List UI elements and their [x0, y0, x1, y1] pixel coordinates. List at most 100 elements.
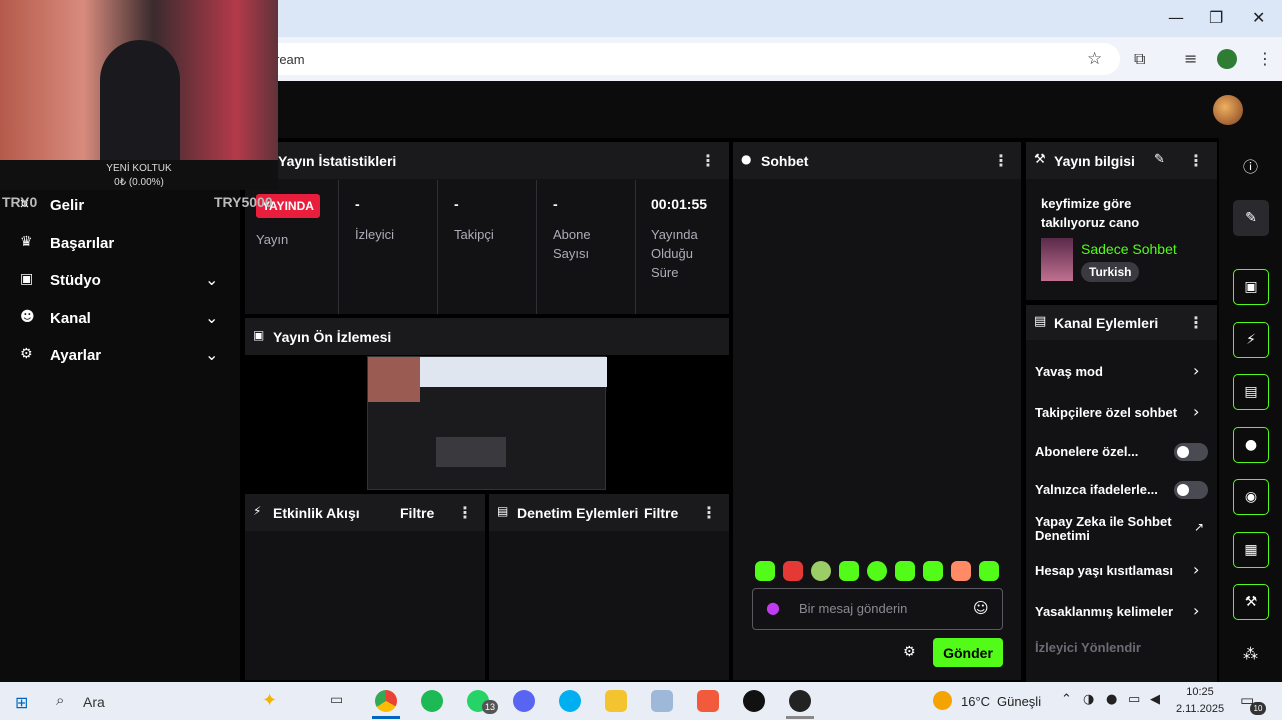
windows-start-icon[interactable]: ⊞ — [15, 693, 28, 712]
emote-icon[interactable] — [867, 561, 887, 581]
document-toggle-icon[interactable]: ▤ — [1233, 374, 1269, 410]
discord-icon[interactable] — [513, 690, 535, 712]
bookmark-star-icon[interactable]: ☆ — [1087, 49, 1102, 69]
chevron-right-icon[interactable]: › — [1193, 361, 1199, 380]
moderation-menu-icon[interactable]: ⋮ — [701, 503, 717, 522]
emotes-only-toggle[interactable] — [1174, 481, 1208, 499]
goal-progress: 0₺ (0.00%) — [114, 177, 164, 188]
action-ai-moderation[interactable]: Yapay Zeka ile Sohbet Denetimi — [1035, 515, 1185, 543]
chevron-right-icon[interactable]: › — [1193, 402, 1199, 421]
emoji-icon[interactable]: ☺ — [973, 599, 989, 617]
close-icon[interactable]: ✕ — [1252, 8, 1265, 27]
chevron-right-icon[interactable]: › — [1193, 560, 1199, 579]
sidebar-item-studyo[interactable]: Stüdyo — [50, 272, 101, 289]
preview-inner — [436, 437, 506, 467]
action-slow-mode[interactable]: Yavaş mod — [1035, 364, 1103, 379]
subscribers-only-toggle[interactable] — [1174, 443, 1208, 461]
emote-icon[interactable] — [811, 561, 831, 581]
stream-preview-video[interactable] — [367, 356, 607, 490]
weather-desc[interactable]: Güneşli — [997, 694, 1041, 709]
skype-icon[interactable] — [559, 690, 581, 712]
stat-value-izleyici: - — [355, 196, 360, 212]
action-subscribers-only: Abonelere özel... — [1035, 444, 1139, 459]
divider — [338, 180, 339, 314]
tray-app-icon[interactable]: ◑ — [1083, 692, 1094, 707]
preview-webcam — [368, 357, 420, 402]
chat-settings-icon[interactable]: ⚙ — [903, 644, 916, 660]
app-icon[interactable] — [651, 690, 673, 712]
app-icon[interactable] — [697, 690, 719, 712]
chevron-right-icon[interactable]: › — [1193, 601, 1199, 620]
tiktok-icon[interactable] — [743, 690, 765, 712]
clock-date[interactable]: 2.11.2025 — [1172, 703, 1228, 715]
wrench-toggle-icon[interactable]: ⚒ — [1233, 584, 1269, 620]
user-avatar[interactable] — [1213, 95, 1243, 125]
tray-chevron-icon[interactable]: ⌃ — [1061, 692, 1072, 707]
weather-temp[interactable]: 16°C — [961, 694, 990, 709]
file-explorer-icon[interactable] — [605, 690, 627, 712]
chevron-down-icon[interactable]: ⌄ — [205, 270, 218, 289]
emote-icon[interactable] — [755, 561, 775, 581]
search-icon[interactable]: ⌕ — [56, 691, 64, 709]
chevron-down-icon[interactable]: ⌄ — [205, 345, 218, 364]
network-icon[interactable]: ▭ — [1128, 692, 1140, 707]
activity-menu-icon[interactable]: ⋮ — [457, 503, 473, 522]
emote-icon[interactable] — [979, 561, 999, 581]
emote-icon[interactable] — [783, 561, 803, 581]
action-banned-words[interactable]: Yasaklanmış kelimeler — [1035, 604, 1173, 619]
taskbar-search[interactable]: Ara — [83, 694, 105, 710]
action-followers-only[interactable]: Takipçilere özel sohbet — [1035, 405, 1177, 420]
chevron-down-icon[interactable]: ⌄ — [205, 308, 218, 327]
browser-menu-icon[interactable]: ⋮ — [1257, 49, 1273, 68]
stats-menu-icon[interactable]: ⋮ — [700, 151, 716, 170]
microphone-icon[interactable]: ● — [766, 598, 780, 617]
profile-avatar[interactable] — [1217, 49, 1237, 69]
stream-info-menu-icon[interactable]: ⋮ — [1188, 151, 1204, 170]
activity-filter-button[interactable]: Filtre — [400, 505, 434, 521]
action-account-age[interactable]: Hesap yaşı kısıtlaması — [1035, 563, 1173, 578]
category-thumbnail[interactable] — [1041, 238, 1073, 281]
extensions-icon[interactable]: ⧉ — [1134, 49, 1145, 69]
task-view-icon[interactable]: ▭ — [330, 692, 343, 708]
chat-menu-icon[interactable]: ⋮ — [993, 151, 1009, 170]
edit-icon[interactable]: ✎ — [1233, 200, 1269, 236]
chat-title: Sohbet — [761, 153, 809, 169]
sidebar — [0, 138, 240, 682]
edit-pencil-icon[interactable]: ✎ — [1154, 152, 1165, 167]
sidebar-item-gelir[interactable]: Gelir — [50, 197, 84, 214]
spotify-icon[interactable] — [421, 690, 443, 712]
action-redirect-viewers: İzleyici Yönlendir — [1035, 640, 1141, 655]
chat-toggle-icon[interactable]: ● — [1233, 427, 1269, 463]
chrome-icon[interactable] — [375, 690, 397, 712]
preview-toggle-icon[interactable]: ▣ — [1233, 269, 1269, 305]
sidebar-item-basarilar[interactable]: Başarılar — [50, 235, 114, 252]
category-link[interactable]: Sadece Sohbet — [1081, 241, 1177, 257]
emote-icon[interactable] — [895, 561, 915, 581]
copilot-sparkle-icon[interactable]: ✦ — [262, 690, 277, 711]
minimize-icon[interactable]: — — [1168, 8, 1184, 27]
lightning-toggle-icon[interactable]: ⚡ — [1233, 322, 1269, 358]
sidebar-item-ayarlar[interactable]: Ayarlar — [50, 347, 101, 364]
url-field[interactable] — [262, 43, 1120, 75]
microphone-tray-icon[interactable]: ● — [1106, 692, 1117, 707]
chat-input-placeholder: Bir mesaj gönderin — [799, 601, 908, 616]
send-button[interactable]: Gönder — [933, 638, 1003, 667]
moderation-filter-button[interactable]: Filtre — [644, 505, 678, 521]
tag-badge[interactable]: Turkish — [1081, 262, 1140, 282]
layout-icon[interactable]: ⁂ — [1243, 645, 1258, 663]
volume-icon[interactable]: ◀ — [1150, 692, 1160, 707]
maximize-icon[interactable]: ❐ — [1209, 8, 1223, 27]
chat-bubble-icon: ● — [741, 152, 752, 166]
channel-toggle-icon[interactable]: ▦ — [1233, 532, 1269, 568]
media-control-icon[interactable]: ≡ — [1184, 49, 1197, 68]
info-icon[interactable]: ⓘ — [1243, 156, 1258, 177]
external-link-icon[interactable]: ↗ — [1194, 520, 1204, 534]
emote-icon[interactable] — [923, 561, 943, 581]
obs-icon[interactable] — [789, 690, 811, 712]
emote-icon[interactable] — [951, 561, 971, 581]
channel-actions-menu-icon[interactable]: ⋮ — [1188, 313, 1204, 332]
sidebar-item-kanal[interactable]: Kanal — [50, 310, 91, 327]
broadcast-toggle-icon[interactable]: ◉ — [1233, 479, 1269, 515]
emote-icon[interactable] — [839, 561, 859, 581]
clock-time[interactable]: 10:25 — [1172, 686, 1228, 698]
